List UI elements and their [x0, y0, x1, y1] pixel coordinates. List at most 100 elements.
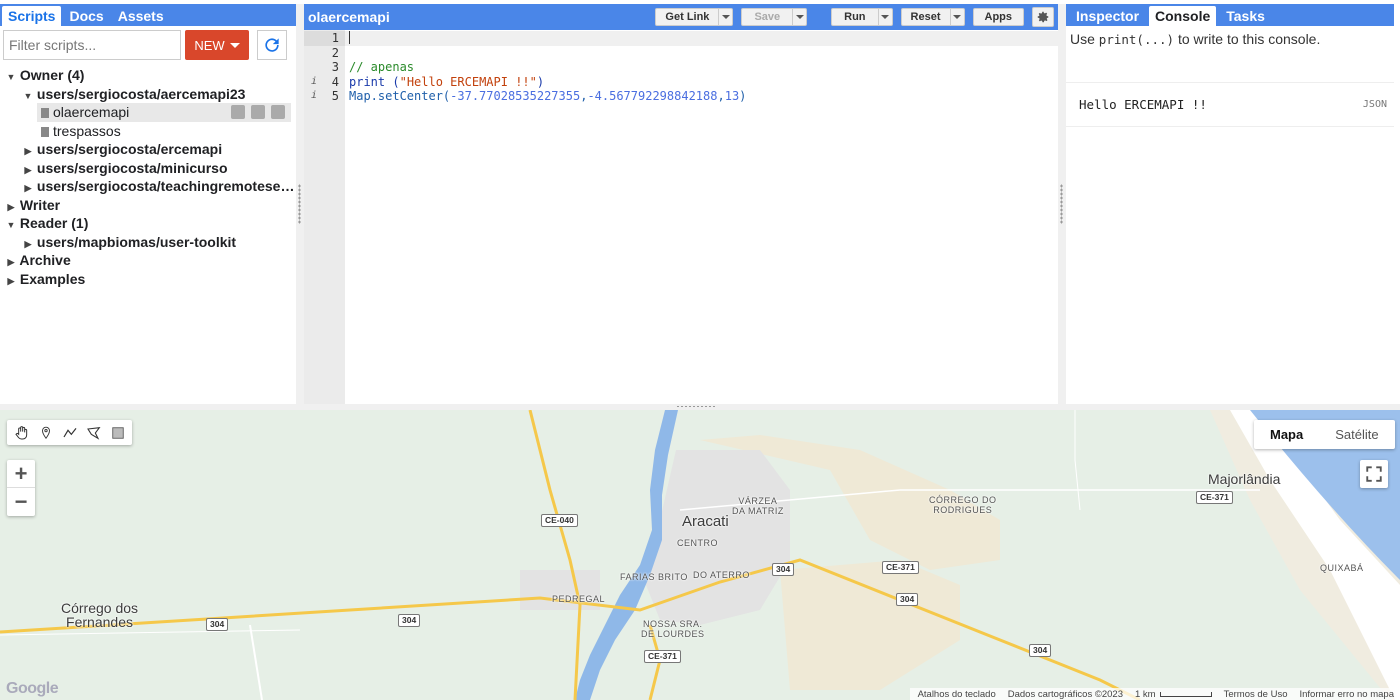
tab-tasks[interactable]: Tasks	[1218, 6, 1273, 26]
map-view[interactable]: + − Mapa Satélite Aracati Majorlândia Có…	[0, 410, 1400, 700]
code-editor[interactable]: 1 2 3 i4 i5 // apenas print ("Hello ERCE…	[304, 30, 1058, 404]
run-label: Run	[844, 11, 866, 23]
line-icon[interactable]	[58, 421, 81, 444]
drawing-tools	[7, 420, 132, 445]
code-line	[345, 31, 1058, 46]
tree-writer[interactable]: ▶ Writer	[0, 196, 296, 215]
tab-scripts[interactable]: Scripts	[2, 6, 62, 26]
text-cursor	[349, 31, 350, 44]
delete-icon[interactable]	[271, 105, 285, 119]
filter-row: NEW	[0, 26, 296, 64]
refresh-button[interactable]	[257, 30, 287, 60]
tree-repo-aercemapi23[interactable]: ▼ users/sergiocosta/aercemapi23	[0, 85, 296, 104]
splitter-grip	[298, 184, 301, 224]
zoom-out-button[interactable]: −	[7, 488, 35, 516]
tree-owner[interactable]: ▼ Owner (4)	[0, 66, 296, 85]
report-error-link[interactable]: Informar erro no mapa	[1299, 689, 1394, 700]
json-toggle[interactable]: JSON	[1363, 99, 1387, 110]
console-output-row: Hello ERCEMAPI !! JSON	[1066, 83, 1394, 127]
rename-icon[interactable]	[251, 105, 265, 119]
new-button[interactable]: NEW	[185, 30, 249, 60]
expanded-icon: ▼	[23, 90, 33, 101]
right-tabbar: Inspector Console Tasks	[1066, 4, 1394, 26]
apps-button[interactable]: Apps	[972, 8, 1024, 26]
history-icon[interactable]	[231, 105, 245, 119]
terms-link[interactable]: Termos de Uso	[1224, 689, 1288, 700]
repo-label: users/sergiocosta/aercemapi23	[36, 85, 246, 102]
tree-reader[interactable]: ▼ Reader (1)	[0, 214, 296, 233]
neighborhood-label: FARIAS BRITO	[620, 572, 688, 582]
run-dropdown[interactable]	[877, 9, 892, 25]
rectangle-icon[interactable]	[106, 421, 129, 444]
collapsed-icon: ▶	[24, 164, 32, 175]
line-number: 2	[331, 45, 339, 60]
road-shield: 304	[398, 614, 421, 627]
repo-label: users/sergiocosta/minicurso	[36, 159, 228, 176]
filter-scripts-input[interactable]	[3, 30, 181, 60]
hint-text: to write to this console.	[1174, 31, 1321, 47]
tree-examples[interactable]: ▶ Examples	[0, 270, 296, 289]
left-tabbar: Scripts Docs Assets	[0, 4, 296, 26]
keyboard-shortcuts-link[interactable]: Atalhos do teclado	[918, 689, 996, 700]
editor-panel: olaercemapi Get Link Save Run Reset Apps…	[304, 4, 1058, 404]
code-area[interactable]: // apenas print ("Hello ERCEMAPI !!") Ma…	[345, 30, 1058, 404]
get-link-dropdown[interactable]	[718, 9, 732, 25]
scale-indicator[interactable]: 1 km	[1135, 689, 1212, 700]
road-shield: CE-371	[644, 650, 681, 663]
tree-repo-ercemapi[interactable]: ▶ users/sergiocosta/ercemapi	[0, 140, 296, 159]
neighborhood-label: NOSSA SRA. DE LOURDES	[641, 619, 705, 639]
save-dropdown[interactable]	[792, 9, 806, 25]
get-link-label: Get Link	[665, 11, 710, 23]
polygon-icon[interactable]	[82, 421, 105, 444]
zoom-in-button[interactable]: +	[7, 460, 35, 488]
collapsed-icon: ▶	[24, 183, 32, 193]
tab-docs[interactable]: Docs	[63, 6, 109, 26]
left-splitter[interactable]	[296, 4, 304, 404]
place-label-line: Fernandes	[66, 614, 133, 630]
line-number: 5	[331, 89, 339, 103]
map-data-credit: Dados cartográficos ©2023	[1007, 688, 1123, 700]
save-button[interactable]: Save	[741, 8, 808, 26]
marker-icon[interactable]	[34, 421, 57, 444]
tree-file-olaercemapi[interactable]: olaercemapi	[37, 103, 291, 122]
reset-button[interactable]: Reset	[900, 8, 965, 26]
tree-repo-teaching[interactable]: ▶ users/sergiocosta/teachingremotesens..…	[0, 177, 296, 196]
pan-hand-icon[interactable]	[10, 421, 33, 444]
file-icon	[41, 126, 49, 137]
road-shield: CE-040	[541, 514, 578, 527]
zoom-control: + −	[7, 460, 35, 516]
tab-inspector[interactable]: Inspector	[1068, 6, 1147, 26]
hood-line: VÁRZEA	[738, 496, 778, 506]
tree-repo-minicurso[interactable]: ▶ users/sergiocosta/minicurso	[0, 159, 296, 178]
line-number: 4	[331, 74, 339, 89]
fullscreen-button[interactable]	[1360, 460, 1388, 488]
info-icon[interactable]: i	[311, 89, 317, 104]
tree-archive-label: Archive	[19, 252, 71, 268]
tree-archive[interactable]: ▶ Archive	[0, 251, 296, 270]
right-splitter[interactable]	[1058, 4, 1066, 404]
info-icon[interactable]: i	[311, 75, 317, 90]
editor-toolbar: olaercemapi Get Link Save Run Reset Apps	[304, 4, 1058, 30]
reset-dropdown[interactable]	[949, 9, 964, 25]
hood-line: DE LOURDES	[641, 629, 705, 639]
tab-console[interactable]: Console	[1149, 6, 1217, 26]
get-link-button[interactable]: Get Link	[655, 8, 734, 26]
hood-line: RODRIGUES	[933, 505, 993, 515]
code-fn: print	[349, 74, 393, 89]
settings-button[interactable]	[1032, 7, 1054, 27]
code-punct: )	[739, 89, 747, 103]
caret-down-icon	[721, 15, 730, 19]
run-button[interactable]: Run	[831, 8, 893, 26]
neighborhood-label: DO ATERRO	[693, 570, 750, 580]
caret-down-icon	[953, 15, 961, 19]
tab-assets[interactable]: Assets	[112, 6, 170, 26]
code-editor-app: Scripts Docs Assets NEW ▼ Owner (4) ▼ us…	[0, 0, 1400, 700]
tree-repo-usertoolkit[interactable]: ▶ users/mapbiomas/user-toolkit	[0, 233, 296, 252]
splitter-grip	[676, 405, 716, 409]
place-label: Majorlândia	[1208, 471, 1281, 487]
console-output: Hello ERCEMAPI !!	[1079, 97, 1207, 112]
map-type-satellite[interactable]: Satélite	[1319, 420, 1394, 449]
file-label: trespassos	[53, 122, 121, 139]
tree-file-trespassos[interactable]: trespassos	[0, 122, 296, 141]
map-type-map[interactable]: Mapa	[1254, 420, 1319, 449]
